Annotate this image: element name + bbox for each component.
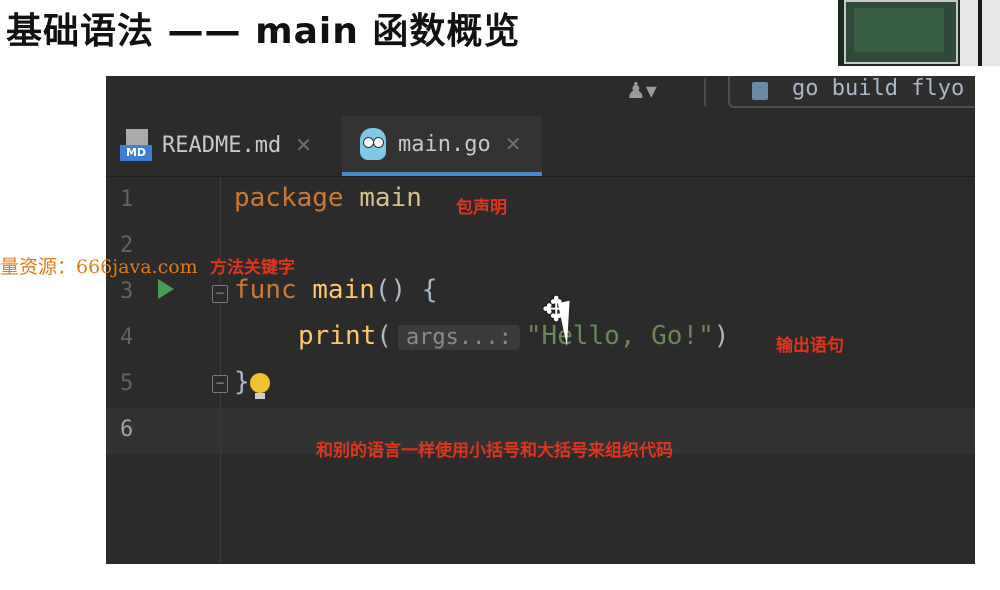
line-number: 1 bbox=[120, 187, 134, 212]
line-number: 6 bbox=[120, 417, 134, 442]
function-name: main bbox=[312, 275, 375, 305]
slide-title: 基础语法 —— main 函数概览 bbox=[6, 11, 521, 52]
editor-tab-bar: MD README.md ✕ main.go ✕ bbox=[106, 116, 975, 177]
signature-rest: () { bbox=[374, 275, 438, 305]
close-paren: ) bbox=[713, 321, 730, 351]
tab-label: main.go bbox=[398, 131, 491, 157]
code-line-4: print(args...: "Hello, Go!") bbox=[298, 321, 729, 351]
fold-collapse-icon[interactable]: − bbox=[212, 375, 228, 393]
webcam-door-edge bbox=[978, 0, 982, 66]
ide-toolbar: ♟▾ go build flyo bbox=[106, 76, 975, 114]
annotation-method-keyword: 方法关键字 bbox=[210, 258, 295, 278]
annotation-braces-note: 和别的语言一样使用小括号和大括号来组织代码 bbox=[316, 441, 673, 461]
package-name: main bbox=[359, 183, 422, 213]
run-configuration-selector[interactable]: go build flyo bbox=[728, 76, 975, 108]
user-dropdown-icon[interactable]: ♟▾ bbox=[626, 79, 657, 104]
keyword-package: package bbox=[234, 183, 344, 213]
annotation-output-statement: 输出语句 bbox=[776, 336, 844, 356]
toolbar-separator bbox=[704, 78, 706, 106]
line-number: 5 bbox=[120, 371, 134, 396]
closing-brace: } bbox=[234, 367, 250, 397]
ide-window: ♟▾ go build flyo MD README.md ✕ main.go … bbox=[106, 76, 975, 564]
code-line-3: func main() { bbox=[234, 275, 438, 305]
line-number: 4 bbox=[120, 325, 134, 350]
watermark-text: 量资源：666java.com bbox=[0, 256, 198, 278]
markdown-file-icon: MD bbox=[120, 129, 152, 161]
line-number: 3 bbox=[120, 279, 134, 304]
webcam-picture-frame bbox=[844, 0, 958, 64]
close-icon[interactable]: ✕ bbox=[295, 133, 312, 157]
parameter-hint: args...: bbox=[397, 325, 520, 350]
tab-readme[interactable]: MD README.md ✕ bbox=[120, 116, 340, 174]
code-line-1: package main bbox=[234, 183, 422, 213]
gopher-icon bbox=[360, 128, 386, 160]
tab-main-go[interactable]: main.go ✕ bbox=[342, 116, 542, 176]
annotation-package-decl: 包声明 bbox=[456, 198, 507, 218]
open-paren: ( bbox=[376, 321, 392, 351]
gutter-divider bbox=[220, 177, 221, 564]
fold-collapse-icon[interactable]: − bbox=[212, 285, 228, 303]
go-file-icon bbox=[752, 82, 768, 100]
code-line-5: } bbox=[234, 367, 250, 397]
mouse-pointer-icon bbox=[557, 295, 603, 347]
lightbulb-icon[interactable] bbox=[250, 373, 270, 399]
close-icon[interactable]: ✕ bbox=[505, 132, 522, 156]
keyword-func: func bbox=[234, 275, 297, 305]
run-configuration-label: go build flyo bbox=[792, 76, 965, 101]
webcam-overlay bbox=[838, 0, 1000, 66]
tab-label: README.md bbox=[162, 132, 282, 158]
print-call: print bbox=[298, 321, 377, 351]
code-editor[interactable]: 1 2 3 4 5 6 − − package main func main()… bbox=[106, 177, 975, 564]
run-icon[interactable] bbox=[158, 279, 174, 299]
